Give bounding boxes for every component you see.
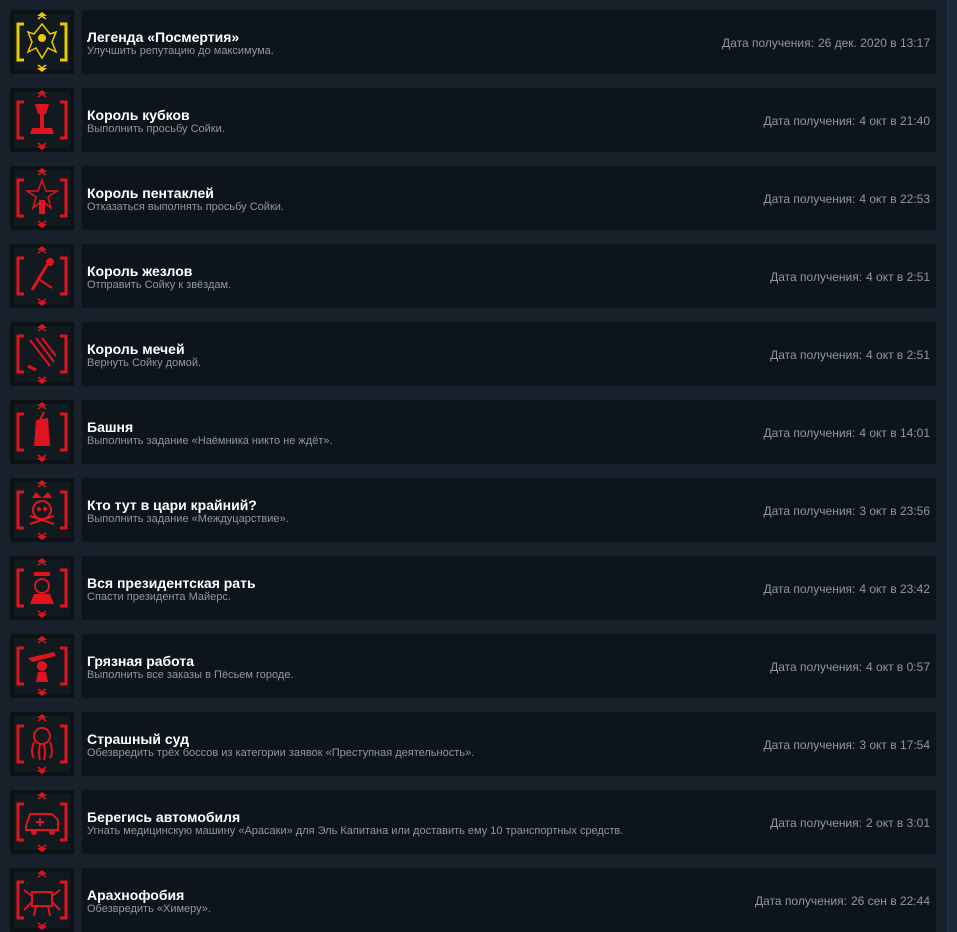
- achievement-card: Король кубков Выполнить просьбу Сойки. Дат…: [82, 88, 936, 152]
- president-icon: [10, 556, 74, 620]
- unlock-date-value: 4 окт в 2:51: [866, 270, 930, 284]
- scrollbar[interactable]: [947, 0, 957, 932]
- spider-tank-icon: [10, 868, 74, 932]
- achievement-description: Выполнить задание «Наёмника никто не ждё…: [87, 435, 333, 447]
- unlock-date: Дата получения: 4 окт в 14:01: [763, 426, 930, 440]
- achievement-card: Берегись автомобиля Угнать медицинскую ма…: [82, 790, 936, 854]
- achievement-title: Король жезлов: [87, 263, 193, 279]
- octopus-icon: [10, 712, 74, 776]
- achievement-description: Угнать медицинскую машину «Арасаки» для …: [87, 825, 624, 837]
- achievement-card: Арахнофобия Обезвредить «Химеру». Дата пол…: [82, 868, 936, 932]
- achievement-title: Башня: [87, 419, 134, 435]
- achievement-description: Выполнить просьбу Сойки.: [87, 123, 225, 135]
- unlock-date-value: 4 окт в 21:40: [859, 114, 930, 128]
- pentacles-icon: [10, 166, 74, 230]
- unlock-date-value: 2 окт в 3:01: [866, 816, 930, 830]
- achievement-description: Спасти президента Майерс.: [87, 591, 231, 603]
- achievement-card: Кто тут в цари крайний? Выполнить задание…: [82, 478, 936, 542]
- unlock-date-label: Дата получения:: [770, 660, 863, 674]
- achievement-title: Кто тут в цари крайний?: [87, 497, 257, 513]
- achievement-row: Грязная работа Выполнить все заказы в Пёс…: [10, 634, 936, 698]
- unlock-date: Дата получения: 3 окт в 17:54: [763, 738, 930, 752]
- achievement-row: Король кубков Выполнить просьбу Сойки. Дат…: [10, 88, 936, 152]
- achievement-title: Грязная работа: [87, 653, 195, 669]
- unlock-date-value: 26 сен в 22:44: [850, 894, 930, 908]
- cups-icon: [10, 88, 74, 152]
- achievement-card: Легенда «Посмертия» Улучшить репутацию до…: [82, 10, 936, 74]
- unlock-date-label: Дата получения:: [763, 582, 856, 596]
- achievement-title: Вся президентская рать: [87, 575, 256, 591]
- achievement-row: Легенда «Посмертия» Улучшить репутацию до…: [10, 10, 936, 74]
- achievement-title: Король мечей: [87, 341, 185, 357]
- unlock-date-value: 4 окт в 22:53: [859, 192, 930, 206]
- unlock-date-value: 4 окт в 0:57: [866, 660, 930, 674]
- achievement-row: Страшный суд Обезвредить трёх боссов из к…: [10, 712, 936, 776]
- achievement-title: Арахнофобия: [87, 887, 185, 903]
- achievement-row: Кто тут в цари крайний? Выполнить задание…: [10, 478, 936, 542]
- gunman-icon: [10, 634, 74, 698]
- unlock-date: Дата получения: 4 окт в 21:40: [763, 114, 930, 128]
- achievement-description: Отказаться выполнять просьбу Сойки.: [87, 201, 284, 213]
- achievement-title: Король кубков: [87, 107, 190, 123]
- achievement-row: Берегись автомобиля Угнать медицинскую ма…: [10, 790, 936, 854]
- unlock-date-value: 4 окт в 14:01: [859, 426, 930, 440]
- achievement-title: Страшный суд: [87, 731, 189, 747]
- swords-icon: [10, 322, 74, 386]
- achievement-row: Вся президентская рать Спасти президента …: [10, 556, 936, 620]
- achievement-row: Арахнофобия Обезвредить «Химеру». Дата пол…: [10, 868, 936, 932]
- crown-skull-icon: [10, 478, 74, 542]
- unlock-date: Дата получения: 4 окт в 23:42: [763, 582, 930, 596]
- achievement-row: Король пентаклей Отказаться выполнять про…: [10, 166, 936, 230]
- unlock-date: Дата получения: 4 окт в 22:53: [763, 192, 930, 206]
- unlock-date-value: 26 дек. 2020 в 13:17: [817, 36, 930, 50]
- achievement-card: Король жезлов Отправить Сойку к звёздам. Д…: [82, 244, 936, 308]
- unlock-date: Дата получения: 4 окт в 2:51: [770, 348, 930, 362]
- unlock-date-label: Дата получения:: [770, 348, 863, 362]
- achievement-description: Выполнить все заказы в Пёсьем городе.: [87, 669, 294, 681]
- unlock-date-label: Дата получения:: [763, 504, 856, 518]
- unlock-date: Дата получения: 26 сен в 22:44: [755, 894, 930, 908]
- unlock-date-label: Дата получения:: [763, 738, 856, 752]
- achievement-card: Башня Выполнить задание «Наёмника никто н…: [82, 400, 936, 464]
- achievement-card: Вся президентская рать Спасти президента …: [82, 556, 936, 620]
- achievement-title: Берегись автомобиля: [87, 809, 241, 825]
- unlock-date: Дата получения: 2 окт в 3:01: [770, 816, 930, 830]
- achievement-card: Король мечей Вернуть Сойку домой. Дата пол…: [82, 322, 936, 386]
- achievement-row: Король жезлов Отправить Сойку к звёздам. Д…: [10, 244, 936, 308]
- unlock-date-label: Дата получения:: [763, 192, 856, 206]
- unlock-date-label: Дата получения:: [770, 270, 863, 284]
- legend-icon: [10, 10, 74, 74]
- tower-icon: [10, 400, 74, 464]
- unlock-date-label: Дата получения:: [763, 426, 856, 440]
- unlock-date-value: 3 окт в 23:56: [859, 504, 930, 518]
- achievement-description: Обезвредить трёх боссов из категории зая…: [87, 747, 475, 759]
- achievement-title: Король пентаклей: [87, 185, 214, 201]
- achievement-card: Грязная работа Выполнить все заказы в Пёс…: [82, 634, 936, 698]
- achievement-description: Вернуть Сойку домой.: [87, 357, 202, 369]
- achievement-row: Башня Выполнить задание «Наёмника никто н…: [10, 400, 936, 464]
- achievement-description: Выполнить задание «Междуцарствие».: [87, 513, 289, 525]
- ambulance-icon: [10, 790, 74, 854]
- achievement-description: Отправить Сойку к звёздам.: [87, 279, 232, 291]
- achievement-description: Обезвредить «Химеру».: [87, 903, 211, 915]
- unlock-date-label: Дата получения:: [763, 114, 856, 128]
- achievement-description: Улучшить репутацию до максимума.: [87, 45, 274, 57]
- unlock-date-value: 4 окт в 2:51: [866, 348, 930, 362]
- unlock-date-label: Дата получения:: [722, 36, 814, 50]
- achievement-row: Король мечей Вернуть Сойку домой. Дата пол…: [10, 322, 936, 386]
- achievement-title: Легенда «Посмертия»: [87, 29, 240, 45]
- unlock-date-label: Дата получения:: [770, 816, 863, 830]
- achievement-card: Страшный суд Обезвредить трёх боссов из к…: [82, 712, 936, 776]
- achievements-list: Легенда «Посмертия» Улучшить репутацию до…: [10, 10, 936, 932]
- wands-icon: [10, 244, 74, 308]
- unlock-date: Дата получения: 3 окт в 23:56: [763, 504, 930, 518]
- unlock-date: Дата получения: 26 дек. 2020 в 13:17: [722, 36, 930, 50]
- unlock-date-label: Дата получения:: [755, 894, 847, 908]
- unlock-date: Дата получения: 4 окт в 0:57: [770, 660, 930, 674]
- unlock-date-value: 3 окт в 17:54: [859, 738, 930, 752]
- unlock-date: Дата получения: 4 окт в 2:51: [770, 270, 930, 284]
- achievements-page: Легенда «Посмертия» Улучшить репутацию до…: [0, 0, 957, 932]
- unlock-date-value: 4 окт в 23:42: [859, 582, 930, 596]
- achievement-card: Король пентаклей Отказаться выполнять про…: [82, 166, 936, 230]
